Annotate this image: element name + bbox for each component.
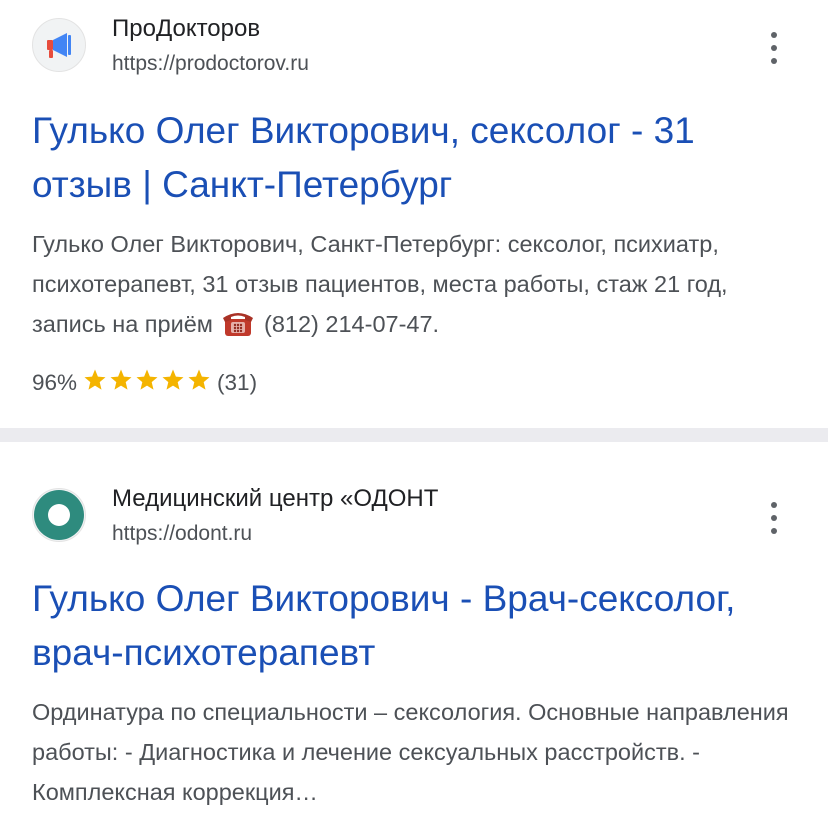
phone-number: (812) 214-07-47. — [264, 311, 440, 337]
site-url: https://odont.ru — [112, 522, 253, 545]
result-snippet: Ординатура по специальности – сексология… — [32, 699, 789, 805]
favicon — [32, 18, 86, 72]
rating-count: (31) — [217, 370, 258, 395]
search-result-odont: Медицинский центр «ОДОНТ https://odont.r… — [0, 442, 828, 813]
rating-percent: 96% — [32, 370, 78, 395]
star-rating — [83, 368, 213, 402]
more-options-button[interactable] — [764, 30, 784, 66]
site-name: ПроДокторов — [112, 15, 261, 42]
rating-row: 96% (31) — [32, 366, 257, 400]
megaphone-icon — [47, 33, 71, 58]
result-title-link[interactable]: Гулько Олег Викторович, сексолог - 31 от… — [32, 104, 802, 212]
result-title-link[interactable]: Гулько Олег Викторович - Врач-сексолог, … — [32, 572, 802, 680]
more-options-button[interactable] — [764, 500, 784, 536]
search-result-prodoctorov: ПроДокторов https://prodoctorov.ru Гульк… — [0, 0, 828, 428]
result-source[interactable]: ПроДокторов https://prodoctorov.ru — [32, 6, 804, 80]
telephone-icon — [223, 313, 254, 336]
result-snippet: Гулько Олег Викторович, Санкт-Петербург:… — [32, 224, 807, 344]
ring-logo-icon — [34, 490, 84, 540]
favicon — [32, 488, 86, 542]
result-source[interactable]: Медицинский центр «ОДОНТ https://odont.r… — [32, 476, 804, 550]
result-separator — [0, 428, 828, 442]
star-icon — [84, 369, 106, 390]
site-url: https://prodoctorov.ru — [112, 52, 309, 75]
star-icon — [162, 369, 184, 390]
star-icon — [110, 369, 132, 390]
star-icon — [136, 369, 158, 390]
star-icon — [188, 369, 210, 390]
site-name: Медицинский центр «ОДОНТ — [112, 485, 439, 512]
